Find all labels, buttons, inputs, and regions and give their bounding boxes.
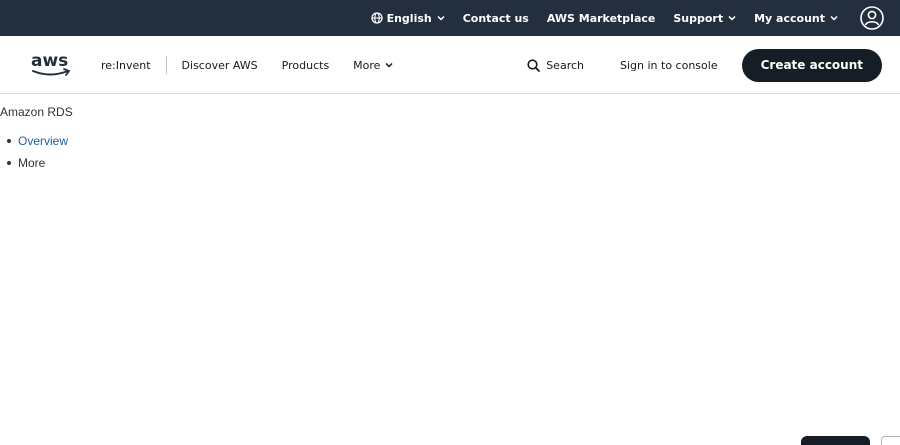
support-menu[interactable]: Support xyxy=(673,12,736,25)
floating-action-button[interactable] xyxy=(801,436,870,445)
more-item-label: More xyxy=(18,156,46,170)
nav-discover-aws-link[interactable]: Discover AWS xyxy=(182,59,258,72)
list-item: More xyxy=(7,152,73,174)
create-account-button[interactable]: Create account xyxy=(741,48,882,82)
nav-reinvent-link[interactable]: re:Invent xyxy=(101,59,151,72)
search-icon xyxy=(527,58,541,72)
nav-products-link[interactable]: Products xyxy=(282,59,330,72)
nav-divider xyxy=(165,56,167,74)
top-utility-bar: English Contact us AWS Marketplace Suppo… xyxy=(0,0,900,36)
content-list: Overview More xyxy=(7,130,73,174)
chevron-down-icon xyxy=(437,15,445,21)
floating-widget-button[interactable] xyxy=(881,436,900,445)
globe-icon xyxy=(370,12,383,24)
support-label: Support xyxy=(673,11,724,25)
nav-products-label: Products xyxy=(281,58,330,72)
list-item: Overview xyxy=(7,130,73,152)
sign-in-console-label: Sign in to console xyxy=(620,58,718,72)
breadcrumb: Amazon RDS xyxy=(0,105,73,119)
aws-marketplace-label: AWS Marketplace xyxy=(546,11,656,25)
primary-nav-links: re:Invent Discover AWS Products More xyxy=(101,36,393,94)
sign-in-console-link[interactable]: Sign in to console xyxy=(620,59,718,72)
user-profile-icon xyxy=(860,6,884,30)
overview-link[interactable]: Overview xyxy=(18,134,68,148)
nav-more-menu[interactable]: More xyxy=(353,59,393,72)
aws-marketplace-link[interactable]: AWS Marketplace xyxy=(547,12,656,25)
main-navigation: aws re:Invent Discover AWS Products More xyxy=(0,36,900,94)
nav-more-label: More xyxy=(353,58,381,72)
chevron-down-icon xyxy=(385,62,393,68)
secondary-nav: Search Sign in to console Create account xyxy=(527,36,882,94)
logo-text: aws xyxy=(31,51,68,71)
chevron-down-icon xyxy=(830,15,838,21)
contact-us-label: Contact us xyxy=(462,11,529,25)
nav-reinvent-label: re:Invent xyxy=(101,58,151,72)
chevron-down-icon xyxy=(728,15,736,21)
my-account-menu[interactable]: My account xyxy=(754,12,838,25)
language-label: English xyxy=(386,11,432,25)
page-content: Amazon RDS Overview More xyxy=(0,105,73,174)
aws-logo-icon: aws xyxy=(31,51,71,76)
bullet xyxy=(7,161,11,165)
search-label: Search xyxy=(546,58,584,72)
nav-discover-aws-label: Discover AWS xyxy=(181,58,258,72)
search-button[interactable]: Search xyxy=(527,59,584,72)
contact-us-link[interactable]: Contact us xyxy=(463,12,529,25)
bullet xyxy=(7,139,11,143)
language-selector[interactable]: English xyxy=(370,11,445,25)
aws-logo[interactable]: aws xyxy=(30,50,74,80)
user-profile-button[interactable] xyxy=(860,6,884,30)
my-account-label: My account xyxy=(754,11,825,25)
